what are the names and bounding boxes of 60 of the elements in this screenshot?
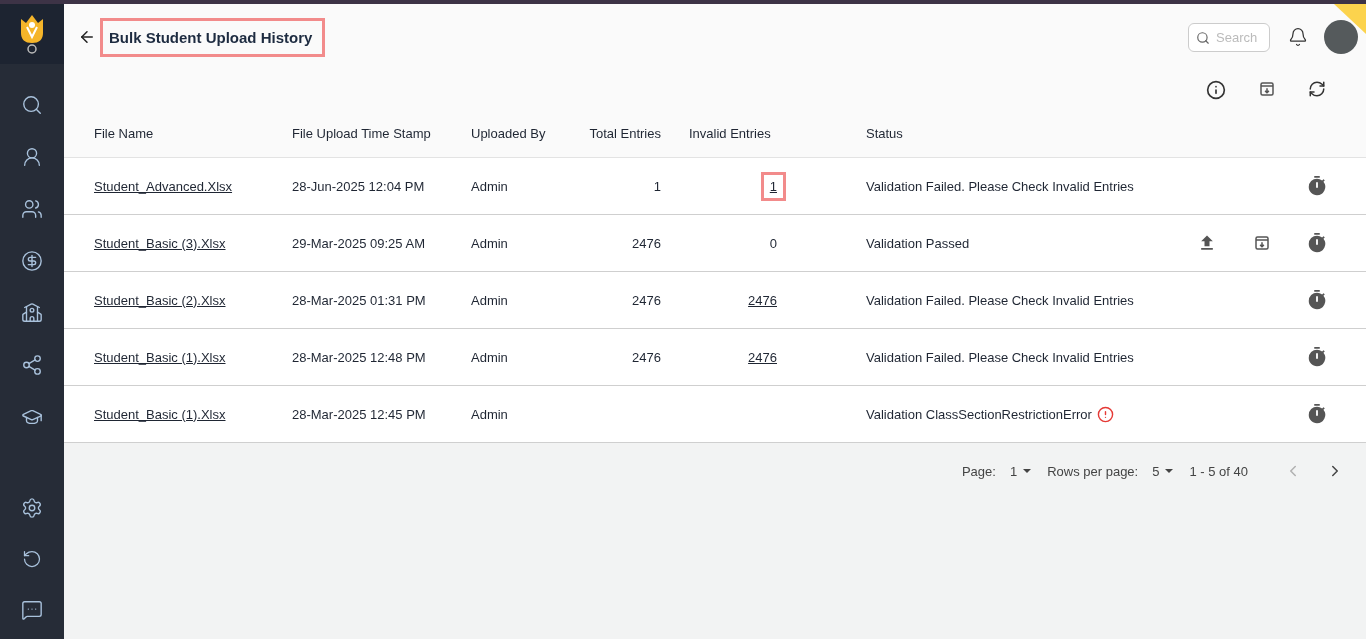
search-icon[interactable]: [21, 94, 43, 116]
status-text: Validation Passed: [866, 235, 970, 251]
refresh-icon[interactable]: [22, 549, 42, 569]
file-link[interactable]: Student_Basic (1).Xlsx: [94, 406, 226, 422]
table-cell-text: 28-Mar-2025 01:31 PM: [292, 292, 427, 308]
column-header: File Name: [94, 126, 155, 141]
table-cell-text: Admin: [471, 292, 509, 308]
search-icon: [1196, 30, 1210, 45]
invalid-entries-link[interactable]: 2476: [739, 285, 786, 315]
status-text: Validation Failed. Please Check Invalid Entries: [866, 178, 1134, 194]
settings-icon[interactable]: [21, 497, 43, 519]
school-icon[interactable]: [21, 302, 43, 324]
rows-per-page-select[interactable]: 5: [1152, 463, 1174, 479]
status-text: Validation Failed. Please Check Invalid Entries: [866, 349, 1134, 365]
table-cell-text: 0: [768, 234, 778, 253]
error-icon[interactable]: [1096, 405, 1114, 423]
network-icon[interactable]: [21, 354, 43, 376]
column-header: File Upload Time Stamp: [292, 126, 432, 141]
search-field[interactable]: Search: [1188, 22, 1270, 52]
page-label: Page:: [961, 463, 996, 479]
users-icon[interactable]: [21, 198, 43, 220]
invalid-entries-link[interactable]: 2476: [739, 342, 786, 372]
file-link[interactable]: Student_Basic (2).Xlsx: [94, 292, 226, 308]
page-range: 1 - 5 of 40: [1189, 463, 1248, 479]
file-link[interactable]: Student_Basic (1).Xlsx: [94, 349, 226, 365]
table-cell-text: 1: [652, 178, 661, 194]
table-cell-text: 29-Mar-2025 09:25 AM: [292, 235, 426, 251]
back-button[interactable]: [78, 28, 96, 46]
caret-icon: [1023, 469, 1032, 473]
table-cell-text: 28-Mar-2025 12:48 PM: [292, 349, 427, 365]
page-select[interactable]: 1: [1009, 463, 1032, 479]
table-cell-text: 2476: [631, 349, 661, 365]
notification-bell-icon[interactable]: [1288, 27, 1308, 47]
table-cell-text: Admin: [471, 406, 509, 422]
table-cell-text: 2476: [631, 292, 661, 308]
table-cell-text: Admin: [471, 178, 509, 194]
page-title: Bulk Student Upload History: [100, 17, 326, 57]
dollar-icon[interactable]: [21, 250, 43, 272]
file-link[interactable]: Student_Basic (3).Xlsx: [94, 235, 226, 251]
table-cell-text: Admin: [471, 235, 509, 251]
column-header: Status: [866, 126, 904, 141]
info-icon[interactable]: [1206, 80, 1226, 100]
logo-icon: [19, 13, 45, 55]
table-cell-text: 28-Mar-2025 12:45 PM: [292, 406, 427, 422]
status-text: Validation Failed. Please Check Invalid Entries: [866, 292, 1134, 308]
column-header: Uploaded By: [471, 126, 547, 141]
more-icon[interactable]: [21, 599, 43, 621]
status-text: Validation ClassSectionRestrictionError: [866, 406, 1092, 422]
column-header: Total Entries: [588, 126, 661, 141]
file-link[interactable]: Student_Advanced.Xlsx: [94, 178, 233, 194]
student-icon[interactable]: [21, 146, 43, 168]
table-cell-text: 28-Jun-2025 12:04 PM: [292, 178, 426, 194]
column-header: Invalid Entries: [688, 126, 772, 141]
table-cell-text: Admin: [471, 349, 509, 365]
table-cell-text: 2476: [631, 235, 661, 251]
download-box-icon[interactable]: [1252, 234, 1271, 252]
avatar[interactable]: [1324, 20, 1358, 54]
invalid-entries-link[interactable]: 1: [760, 171, 786, 201]
caret-icon: [1165, 469, 1174, 473]
rows-per-page-label: Rows per page:: [1047, 463, 1139, 479]
